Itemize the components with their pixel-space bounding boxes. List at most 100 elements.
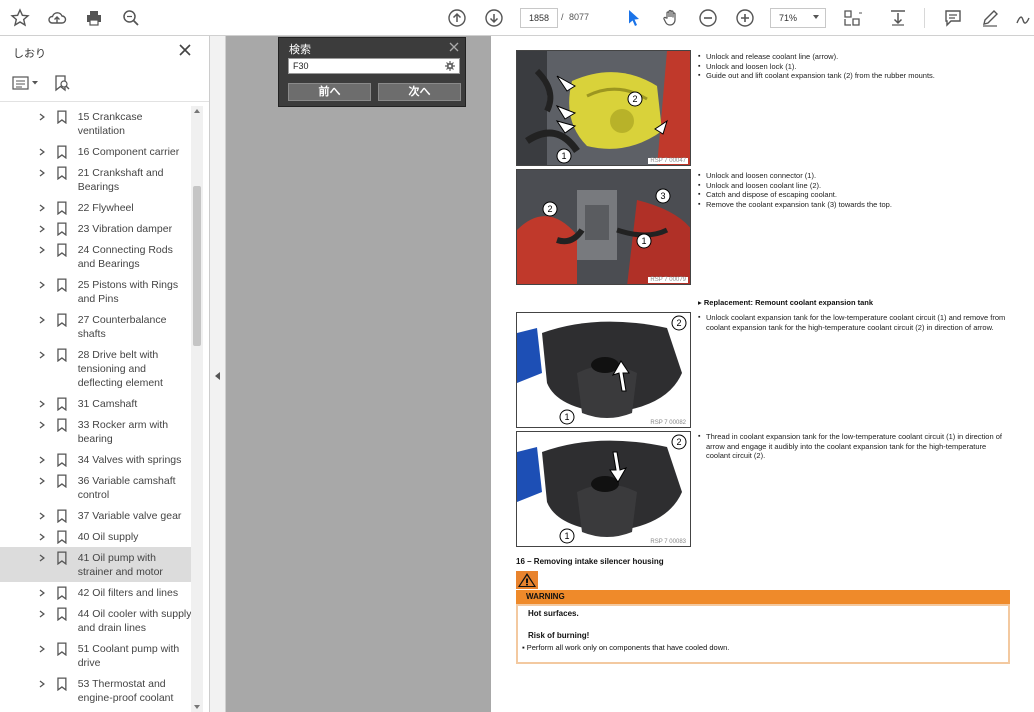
figure-photo-2: 3 2 1 RSP 7 00079 bbox=[516, 169, 691, 285]
comment-icon[interactable] bbox=[941, 6, 965, 30]
chevron-right-icon[interactable] bbox=[38, 113, 46, 121]
bookmark-item[interactable]: 40 Oil supply bbox=[0, 526, 192, 547]
chevron-right-icon[interactable] bbox=[38, 610, 46, 618]
bookmark-item[interactable]: 21 Crankshaft and Bearings bbox=[0, 162, 192, 197]
bookmark-item[interactable]: 25 Pistons with Rings and Pins bbox=[0, 274, 192, 309]
bookmark-item[interactable]: 33 Rocker arm with bearing bbox=[0, 414, 192, 449]
hand-icon[interactable] bbox=[659, 6, 683, 30]
bookmark-list: 15 Crankcase ventilation 16 Component car… bbox=[0, 106, 192, 712]
page-separator: / bbox=[561, 12, 564, 22]
chevron-right-icon[interactable] bbox=[38, 589, 46, 597]
warning-icon bbox=[516, 571, 538, 589]
panel-splitter[interactable] bbox=[210, 36, 226, 712]
scroll-down-icon[interactable] bbox=[194, 705, 200, 709]
collapse-left-icon[interactable] bbox=[215, 372, 220, 380]
chevron-right-icon[interactable] bbox=[38, 225, 46, 233]
scroll-up-icon[interactable] bbox=[194, 109, 200, 113]
bookmark-item[interactable]: 16 Component carrier bbox=[0, 141, 192, 162]
bookmark-item[interactable]: 51 Coolant pump with drive bbox=[0, 638, 192, 673]
close-icon[interactable] bbox=[178, 43, 192, 57]
star-icon[interactable] bbox=[8, 6, 32, 30]
bookmark-item[interactable]: 15 Crankcase ventilation bbox=[0, 106, 192, 141]
bookmark-item[interactable]: 34 Valves with springs bbox=[0, 449, 192, 470]
bookmark-label: 42 Oil filters and lines bbox=[77, 587, 179, 599]
chevron-right-icon[interactable] bbox=[38, 645, 46, 653]
pen-icon[interactable] bbox=[978, 6, 1002, 30]
chevron-right-icon[interactable] bbox=[38, 169, 46, 177]
chevron-right-icon[interactable] bbox=[38, 512, 46, 520]
bookmark-item[interactable]: 22 Flywheel bbox=[0, 197, 192, 218]
bookmark-icon bbox=[57, 313, 67, 327]
zoom-out-icon[interactable] bbox=[696, 6, 720, 30]
sign-icon[interactable] bbox=[1012, 6, 1034, 30]
close-icon[interactable] bbox=[449, 42, 459, 52]
bookmark-item[interactable]: 53 Thermostat and engine-proof coolant bbox=[0, 673, 192, 708]
select-cursor-icon[interactable] bbox=[622, 6, 646, 30]
bookmark-item[interactable]: 31 Camshaft bbox=[0, 393, 192, 414]
bookmark-search-icon[interactable] bbox=[52, 74, 70, 92]
bookmark-icon bbox=[57, 642, 67, 656]
chevron-right-icon[interactable] bbox=[38, 148, 46, 156]
bookmark-item[interactable]: 24 Connecting Rods and Bearings bbox=[0, 239, 192, 274]
zoom-select[interactable]: 71% bbox=[770, 8, 826, 28]
chevron-right-icon[interactable] bbox=[38, 456, 46, 464]
options-menu-icon[interactable] bbox=[12, 75, 40, 91]
photo-code: RSP 7 00079 bbox=[648, 277, 688, 283]
figure-photo-1: 2 1 RSP 7 00047 bbox=[516, 50, 691, 166]
bookmark-icon bbox=[57, 166, 67, 180]
callout-1: 1 bbox=[641, 236, 646, 246]
chevron-right-icon[interactable] bbox=[38, 554, 46, 562]
find-next-button[interactable]: 次へ bbox=[378, 83, 461, 101]
cloud-upload-icon[interactable] bbox=[45, 6, 69, 30]
zoom-search-icon[interactable] bbox=[119, 6, 143, 30]
chevron-right-icon[interactable] bbox=[38, 533, 46, 541]
callout-1: 1 bbox=[561, 151, 566, 161]
bookmark-icon bbox=[57, 453, 67, 467]
page-total: 8077 bbox=[569, 12, 590, 22]
bookmark-item[interactable]: 28 Drive belt with tensioning and deflec… bbox=[0, 344, 192, 393]
bookmark-label: 40 Oil supply bbox=[77, 531, 139, 543]
bookmark-icon bbox=[57, 243, 67, 257]
bookmark-item[interactable]: 23 Vibration damper bbox=[0, 218, 192, 239]
warning-title: WARNING bbox=[516, 590, 1010, 604]
chevron-right-icon[interactable] bbox=[38, 204, 46, 212]
arrow-down-circle-icon[interactable] bbox=[482, 6, 506, 30]
chevron-right-icon[interactable] bbox=[38, 680, 46, 688]
find-input[interactable]: F30 bbox=[288, 58, 460, 74]
instruction-item: Guide out and lift coolant expansion tan… bbox=[698, 71, 1008, 81]
bookmark-label: 37 Variable valve gear bbox=[77, 510, 182, 522]
toolbar: 1858 / 8077 71% bbox=[0, 0, 1034, 36]
chevron-right-icon[interactable] bbox=[38, 246, 46, 254]
arrow-up-circle-icon[interactable] bbox=[445, 6, 469, 30]
find-prev-button[interactable]: 前へ bbox=[288, 83, 371, 101]
panel-divider bbox=[0, 101, 209, 102]
fit-page-icon[interactable] bbox=[840, 6, 864, 30]
instruction-item: Unlock and loosen lock (1). bbox=[698, 62, 1008, 72]
scroll-mode-icon[interactable] bbox=[886, 6, 910, 30]
bookmark-item[interactable]: 37 Variable valve gear bbox=[0, 505, 192, 526]
bookmarks-panel: しおり 15 Crankcase ventilation 16 Component… bbox=[0, 36, 210, 712]
photo-code: RSP 7 00082 bbox=[648, 420, 688, 426]
page-number-input[interactable]: 1858 bbox=[520, 8, 558, 28]
callout-1: 1 bbox=[564, 412, 569, 422]
photo-code: RSP 7 00083 bbox=[648, 539, 688, 545]
gear-icon[interactable] bbox=[445, 61, 455, 71]
scrollbar-thumb[interactable] bbox=[193, 186, 201, 346]
callout-2: 2 bbox=[676, 437, 681, 447]
bookmark-item[interactable]: 36 Variable camshaft control bbox=[0, 470, 192, 505]
chevron-right-icon[interactable] bbox=[38, 281, 46, 289]
chevron-right-icon[interactable] bbox=[38, 477, 46, 485]
bookmark-item[interactable]: 42 Oil filters and lines bbox=[0, 582, 192, 603]
callout-2: 2 bbox=[632, 94, 637, 104]
chevron-right-icon[interactable] bbox=[38, 400, 46, 408]
bookmark-label: 44 Oil cooler with supply and drain line… bbox=[77, 608, 192, 634]
chevron-right-icon[interactable] bbox=[38, 351, 46, 359]
zoom-in-icon[interactable] bbox=[733, 6, 757, 30]
bookmark-item[interactable]: 44 Oil cooler with supply and drain line… bbox=[0, 603, 192, 638]
bookmark-item[interactable]: 27 Counterbalance shafts bbox=[0, 309, 192, 344]
print-icon[interactable] bbox=[82, 6, 106, 30]
chevron-right-icon[interactable] bbox=[38, 421, 46, 429]
bookmark-scrollbar[interactable] bbox=[191, 106, 203, 712]
chevron-right-icon[interactable] bbox=[38, 316, 46, 324]
bookmark-item[interactable]: 41 Oil pump with strainer and motor bbox=[0, 547, 192, 582]
